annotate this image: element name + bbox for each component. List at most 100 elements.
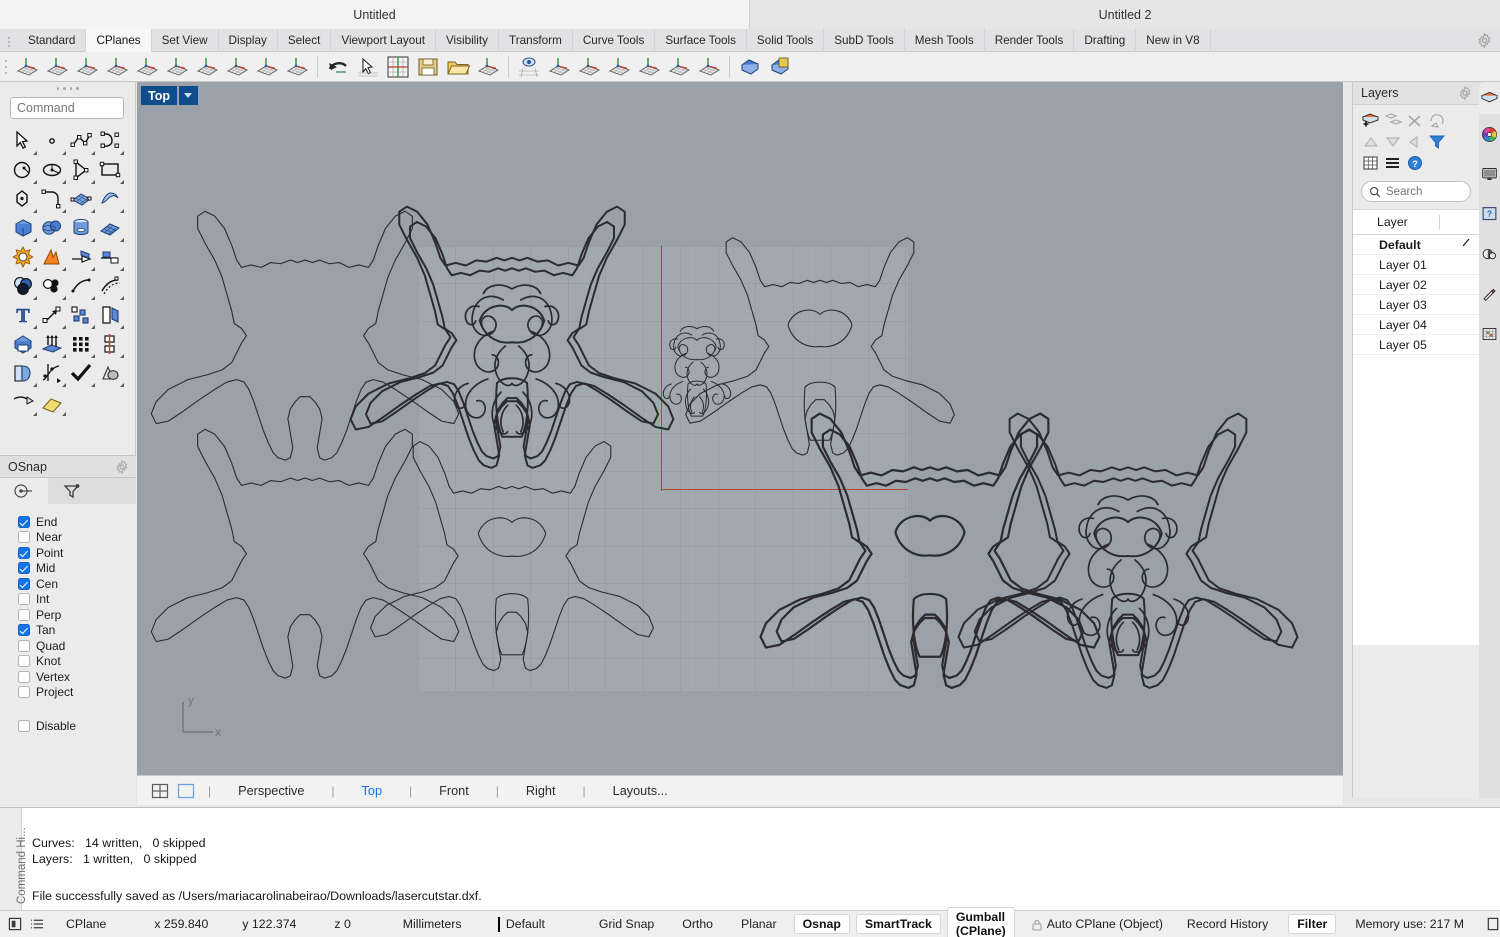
flyout-arrow-icon[interactable] xyxy=(91,151,95,155)
mirror-axis-icon[interactable] xyxy=(97,331,126,360)
status-toggle-ortho[interactable]: Ortho xyxy=(682,917,713,931)
flyout-arrow-icon[interactable] xyxy=(91,238,95,242)
back-icon[interactable] xyxy=(1405,133,1427,152)
flyout-arrow-icon[interactable] xyxy=(91,209,95,213)
cplane-surface-icon[interactable] xyxy=(103,53,131,81)
cplane-object-icon[interactable] xyxy=(73,53,101,81)
flyout-arrow-icon[interactable] xyxy=(91,180,95,184)
window-title-untitled[interactable]: Untitled xyxy=(0,0,750,29)
surface-from-points-icon[interactable] xyxy=(68,186,97,215)
arc-icon[interactable] xyxy=(68,157,97,186)
surface-plane-icon[interactable] xyxy=(97,215,126,244)
flyout-arrow-icon[interactable] xyxy=(62,180,66,184)
osnap-checkbox[interactable] xyxy=(18,670,30,683)
layer-row[interactable]: Layer 03 xyxy=(1353,295,1479,315)
ellipse-icon[interactable] xyxy=(39,157,68,186)
flyout-arrow-icon[interactable] xyxy=(62,209,66,213)
filter-toggle[interactable]: Filter xyxy=(1288,914,1337,934)
current-layer-label[interactable]: Default xyxy=(506,917,545,931)
help-panel-icon[interactable]: ? xyxy=(1479,194,1500,234)
offset-dashed-icon[interactable] xyxy=(97,273,126,302)
cplane-set-icon[interactable] xyxy=(736,53,764,81)
viewport-top[interactable]: Top y x xyxy=(137,82,1343,775)
cplane-down-icon[interactable] xyxy=(605,53,633,81)
osnap-row-cen[interactable]: Cen xyxy=(18,576,136,592)
record-history-label[interactable]: Record History xyxy=(1187,917,1268,931)
select-objects-icon[interactable] xyxy=(1427,112,1449,131)
panel-toggle-icon[interactable] xyxy=(8,917,22,932)
flyout-arrow-icon[interactable] xyxy=(33,325,37,329)
flyout-arrow-icon[interactable] xyxy=(33,383,37,387)
flyout-arrow-icon[interactable] xyxy=(33,151,37,155)
flyout-arrow-icon[interactable] xyxy=(91,383,95,387)
layers-panel-icon[interactable] xyxy=(1479,82,1500,114)
toolbar-tab-subd-tools[interactable]: SubD Tools xyxy=(824,29,905,52)
point-icon[interactable] xyxy=(39,128,68,157)
gear-icon[interactable] xyxy=(115,459,129,475)
flyout-arrow-icon[interactable] xyxy=(62,267,66,271)
fillet-curve-icon[interactable] xyxy=(39,186,68,215)
flyout-arrow-icon[interactable] xyxy=(33,180,37,184)
flyout-arrow-icon[interactable] xyxy=(33,412,37,416)
lock-icon[interactable] xyxy=(1032,918,1042,931)
cplane-elevation-icon[interactable] xyxy=(193,53,221,81)
osnap-checkbox[interactable] xyxy=(18,546,30,559)
flyout-arrow-icon[interactable] xyxy=(91,354,95,358)
toolbar-tab-select[interactable]: Select xyxy=(278,29,332,52)
help-icon[interactable]: ? xyxy=(1405,154,1427,173)
cylinder-icon[interactable] xyxy=(68,215,97,244)
flyout-arrow-icon[interactable] xyxy=(33,238,37,242)
osnap-row-knot[interactable]: Knot xyxy=(18,654,136,670)
osnap-row-vertex[interactable]: Vertex xyxy=(18,669,136,685)
osnap-row-quad[interactable]: Quad xyxy=(18,638,136,654)
single-view-icon[interactable] xyxy=(177,782,195,800)
status-toggle-gumball-cplane-[interactable]: Gumball (CPlane) xyxy=(946,907,1015,937)
cplane-open-icon[interactable] xyxy=(444,53,472,81)
grid-panel-icon[interactable] xyxy=(1479,314,1500,354)
flyout-arrow-icon[interactable] xyxy=(33,354,37,358)
grid-view-icon[interactable] xyxy=(1361,154,1383,173)
cplane-rotate-icon[interactable] xyxy=(223,53,251,81)
check-icon[interactable] xyxy=(68,360,97,389)
layer-color-swatch[interactable] xyxy=(497,916,500,932)
flyout-arrow-icon[interactable] xyxy=(62,238,66,242)
osnap-row-disable[interactable]: Disable xyxy=(18,718,136,734)
auto-cplane-label[interactable]: Auto CPlane (Object) xyxy=(1047,917,1163,931)
extrude-icon[interactable] xyxy=(39,331,68,360)
osnap-checkbox[interactable] xyxy=(18,655,30,668)
render-icon[interactable] xyxy=(1479,274,1500,314)
flyout-arrow-icon[interactable] xyxy=(91,267,95,271)
cplane-up-icon[interactable] xyxy=(575,53,603,81)
osnap-row-mid[interactable]: Mid xyxy=(18,561,136,577)
polygon-icon[interactable] xyxy=(10,186,39,215)
osnap-checkbox[interactable] xyxy=(18,624,30,637)
toolbar-tab-solid-tools[interactable]: Solid Tools xyxy=(747,29,825,52)
osnap-checkbox[interactable] xyxy=(18,593,30,606)
color-wheel-icon[interactable] xyxy=(1479,114,1500,154)
osnap-row-project[interactable]: Project xyxy=(18,685,136,701)
osnap-row-point[interactable]: Point xyxy=(18,545,136,561)
flyout-arrow-icon[interactable] xyxy=(120,325,124,329)
delete-layer-icon[interactable] xyxy=(1405,112,1427,131)
explode-icon[interactable] xyxy=(10,244,39,273)
curve-icon[interactable] xyxy=(97,128,126,157)
four-view-icon[interactable] xyxy=(151,782,169,800)
boolean-union-icon[interactable] xyxy=(10,273,39,302)
window-title-untitled-2[interactable]: Untitled 2 xyxy=(750,0,1500,29)
flyout-arrow-icon[interactable] xyxy=(62,354,66,358)
toolbar-tab-curve-tools[interactable]: Curve Tools xyxy=(573,29,656,52)
cplane-prev-icon[interactable] xyxy=(283,53,311,81)
cap-icon[interactable] xyxy=(10,331,39,360)
flyout-arrow-icon[interactable] xyxy=(120,180,124,184)
toolbar-grip[interactable] xyxy=(0,52,12,82)
cplane-pick-icon[interactable] xyxy=(354,53,382,81)
layer-row[interactable]: Layer 02 xyxy=(1353,275,1479,295)
osnap-disable-checkbox[interactable] xyxy=(18,719,30,732)
viewport-tab-front[interactable]: Front xyxy=(435,784,473,798)
layer-list-empty-area[interactable] xyxy=(1353,355,1479,645)
cplane-next-icon[interactable] xyxy=(253,53,281,81)
column-divider[interactable] xyxy=(1439,215,1440,229)
toolbar-tab-mesh-tools[interactable]: Mesh Tools xyxy=(905,29,985,52)
viewport-tab-right[interactable]: Right xyxy=(522,784,560,798)
boolean-intersect-icon[interactable] xyxy=(97,360,126,389)
